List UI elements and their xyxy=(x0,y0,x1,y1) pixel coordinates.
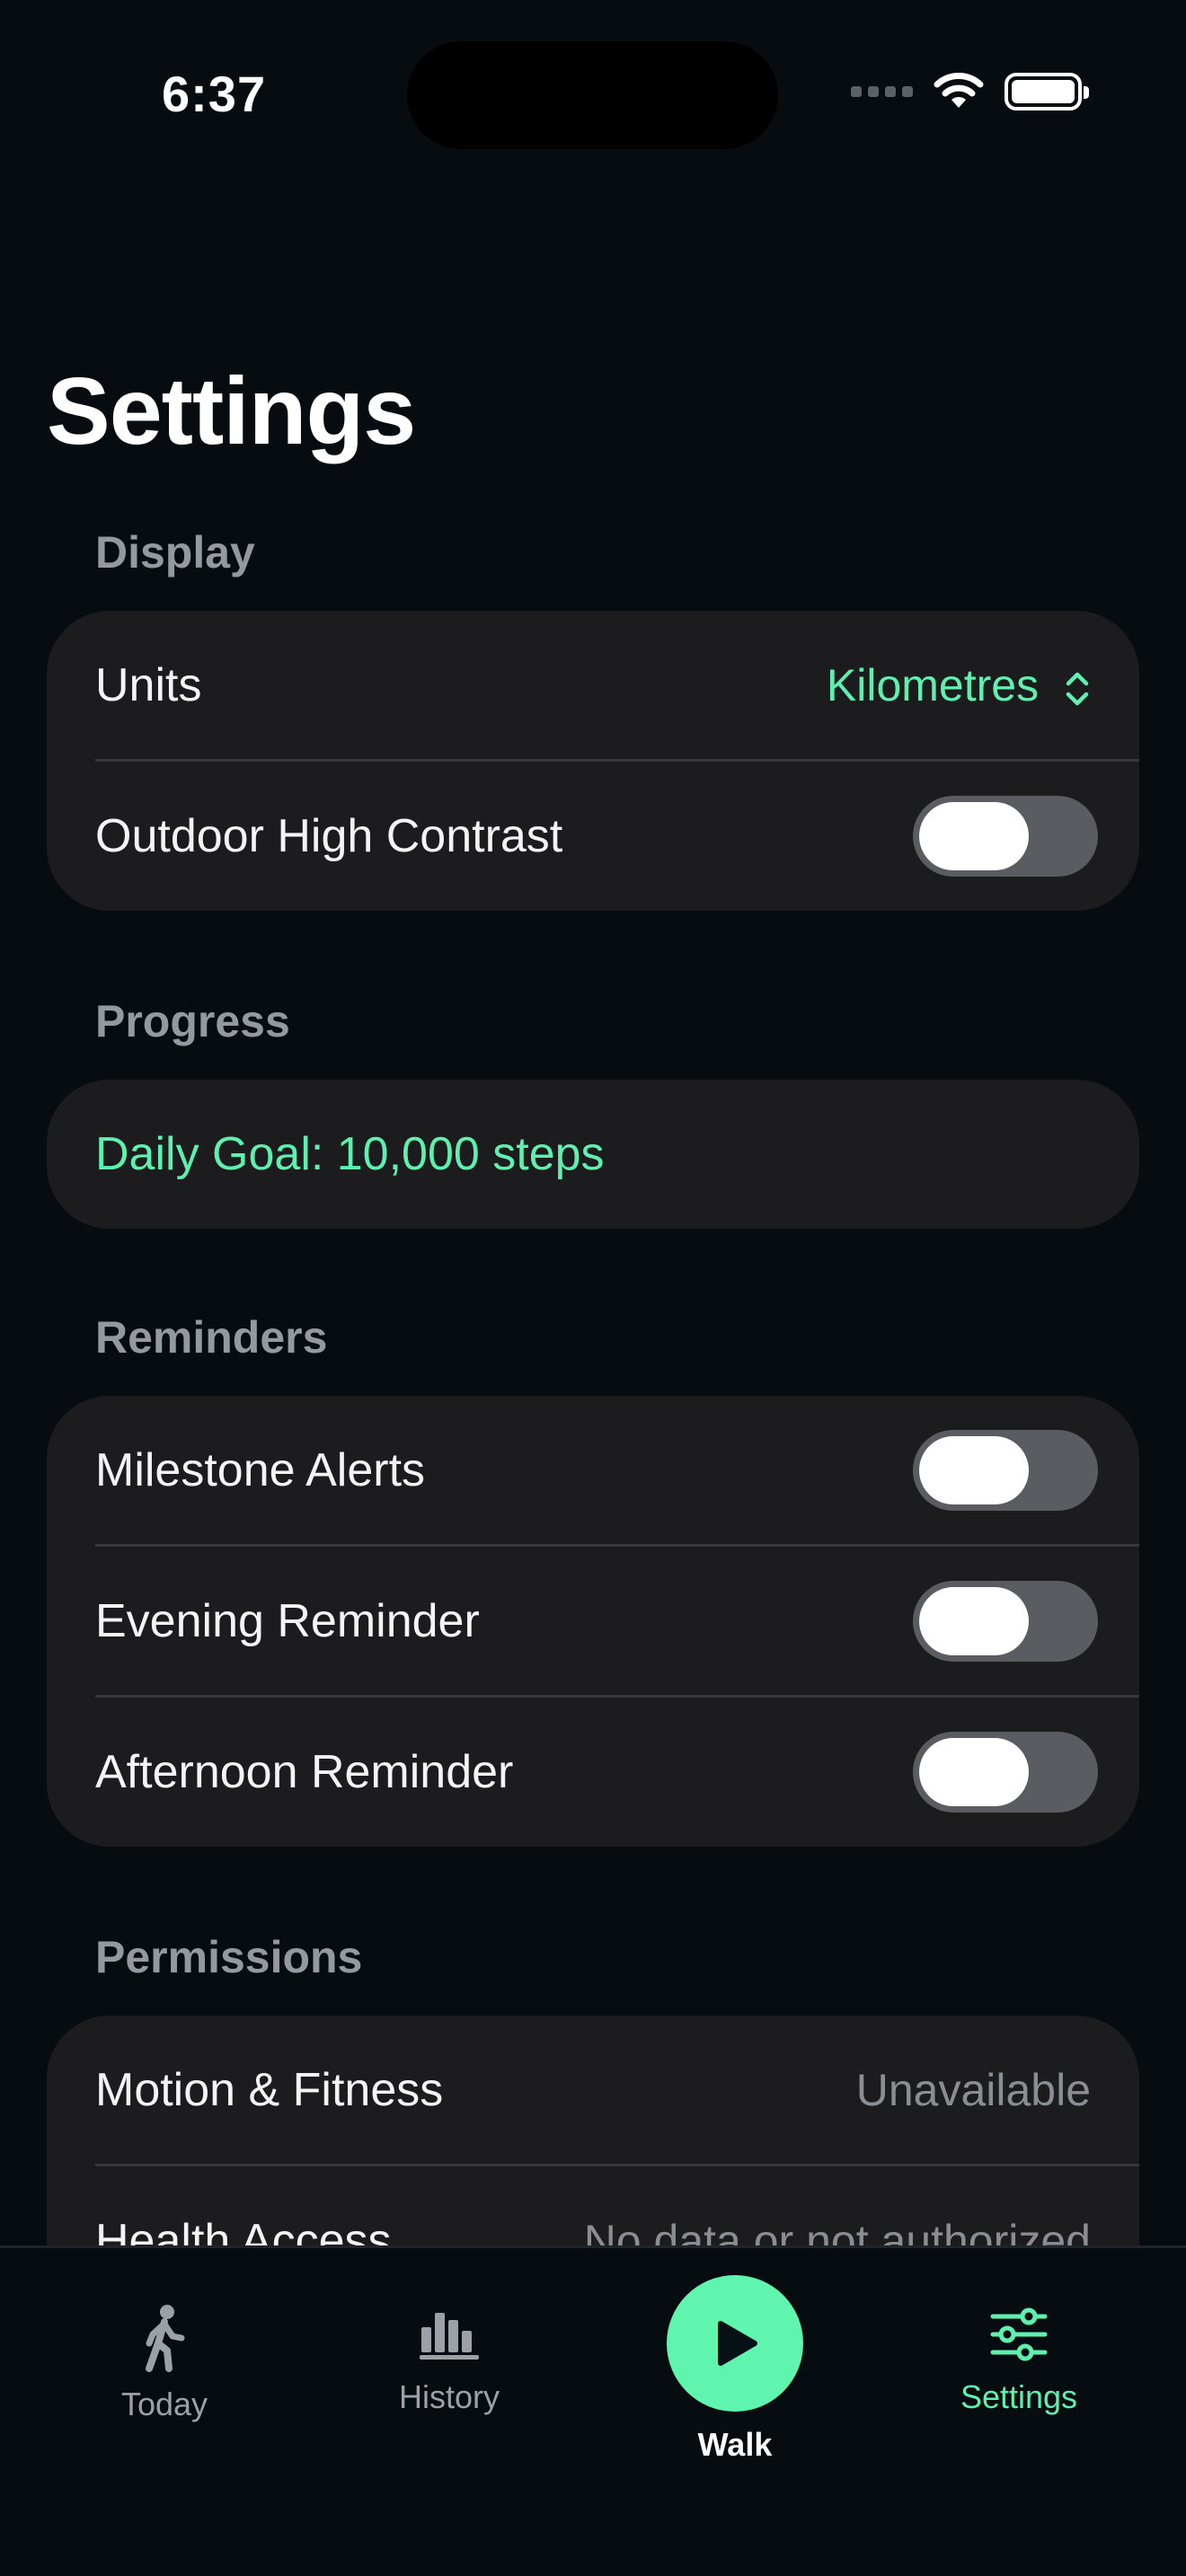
settings-screen: 6:37 Settings Display Units Kilometres O… xyxy=(0,0,1186,2576)
afternoon-reminder-row: Afternoon Reminder xyxy=(47,1698,1139,1847)
daily-goal-button[interactable]: Daily Goal: 10,000 steps xyxy=(95,1127,605,1181)
toggle-knob xyxy=(919,802,1029,870)
high-contrast-toggle[interactable] xyxy=(913,796,1098,877)
tab-bar: Today History Walk Settings xyxy=(0,2245,1186,2576)
status-time: 6:37 xyxy=(162,66,267,122)
section-header-display: Display xyxy=(95,527,255,578)
bar-chart-icon xyxy=(420,2313,479,2360)
milestone-alerts-toggle[interactable] xyxy=(913,1430,1098,1511)
units-label: Units xyxy=(95,659,202,711)
tab-history-label: History xyxy=(398,2378,500,2415)
toggle-knob xyxy=(919,1587,1029,1655)
battery-icon xyxy=(1005,73,1089,110)
tab-settings-label: Settings xyxy=(960,2378,1078,2415)
milestone-alerts-row: Milestone Alerts xyxy=(47,1396,1139,1545)
tab-history[interactable]: History xyxy=(359,2307,539,2416)
walk-start-button[interactable] xyxy=(667,2275,803,2412)
high-contrast-label: Outdoor High Contrast xyxy=(95,810,563,862)
cellular-signal-icon xyxy=(851,86,913,97)
milestone-alerts-label: Milestone Alerts xyxy=(95,1444,426,1496)
reminders-card: Milestone Alerts Evening Reminder Aftern… xyxy=(47,1396,1139,1847)
motion-fitness-status: Unavailable xyxy=(855,2065,1091,2115)
daily-goal-row[interactable]: Daily Goal: 10,000 steps xyxy=(47,1080,1139,1229)
units-row[interactable]: Units Kilometres xyxy=(47,611,1139,760)
status-icons xyxy=(851,72,1089,111)
toggle-knob xyxy=(919,1738,1029,1806)
toggle-knob xyxy=(919,1436,1029,1504)
wifi-icon xyxy=(934,73,984,108)
chevron-up-down-icon xyxy=(1066,672,1089,706)
display-card: Units Kilometres Outdoor High Contrast xyxy=(47,611,1139,911)
page-title: Settings xyxy=(47,358,416,464)
afternoon-reminder-toggle[interactable] xyxy=(913,1732,1098,1813)
section-header-progress: Progress xyxy=(95,996,290,1046)
sliders-icon xyxy=(990,2307,1048,2361)
motion-fitness-label: Motion & Fitness xyxy=(95,2064,444,2116)
dynamic-island xyxy=(407,41,778,149)
evening-reminder-row: Evening Reminder xyxy=(47,1547,1139,1696)
high-contrast-row: Outdoor High Contrast xyxy=(47,762,1139,911)
tab-walk[interactable]: Walk xyxy=(636,2275,834,2464)
evening-reminder-label: Evening Reminder xyxy=(95,1595,480,1647)
afternoon-reminder-label: Afternoon Reminder xyxy=(95,1746,514,1798)
tab-today[interactable]: Today xyxy=(75,2304,254,2423)
tab-walk-label: Walk xyxy=(697,2426,773,2463)
section-header-permissions: Permissions xyxy=(95,1932,363,1982)
tab-today-label: Today xyxy=(120,2386,208,2422)
units-value: Kilometres xyxy=(826,660,1040,710)
walking-figure-icon xyxy=(146,2305,185,2372)
section-header-reminders: Reminders xyxy=(95,1312,328,1363)
units-picker[interactable]: Kilometres xyxy=(827,659,1091,711)
play-icon xyxy=(718,2321,757,2366)
evening-reminder-toggle[interactable] xyxy=(913,1581,1098,1662)
progress-card: Daily Goal: 10,000 steps xyxy=(47,1080,1139,1229)
tab-settings[interactable]: Settings xyxy=(929,2307,1109,2416)
motion-fitness-row: Motion & Fitness Unavailable xyxy=(47,2016,1139,2165)
